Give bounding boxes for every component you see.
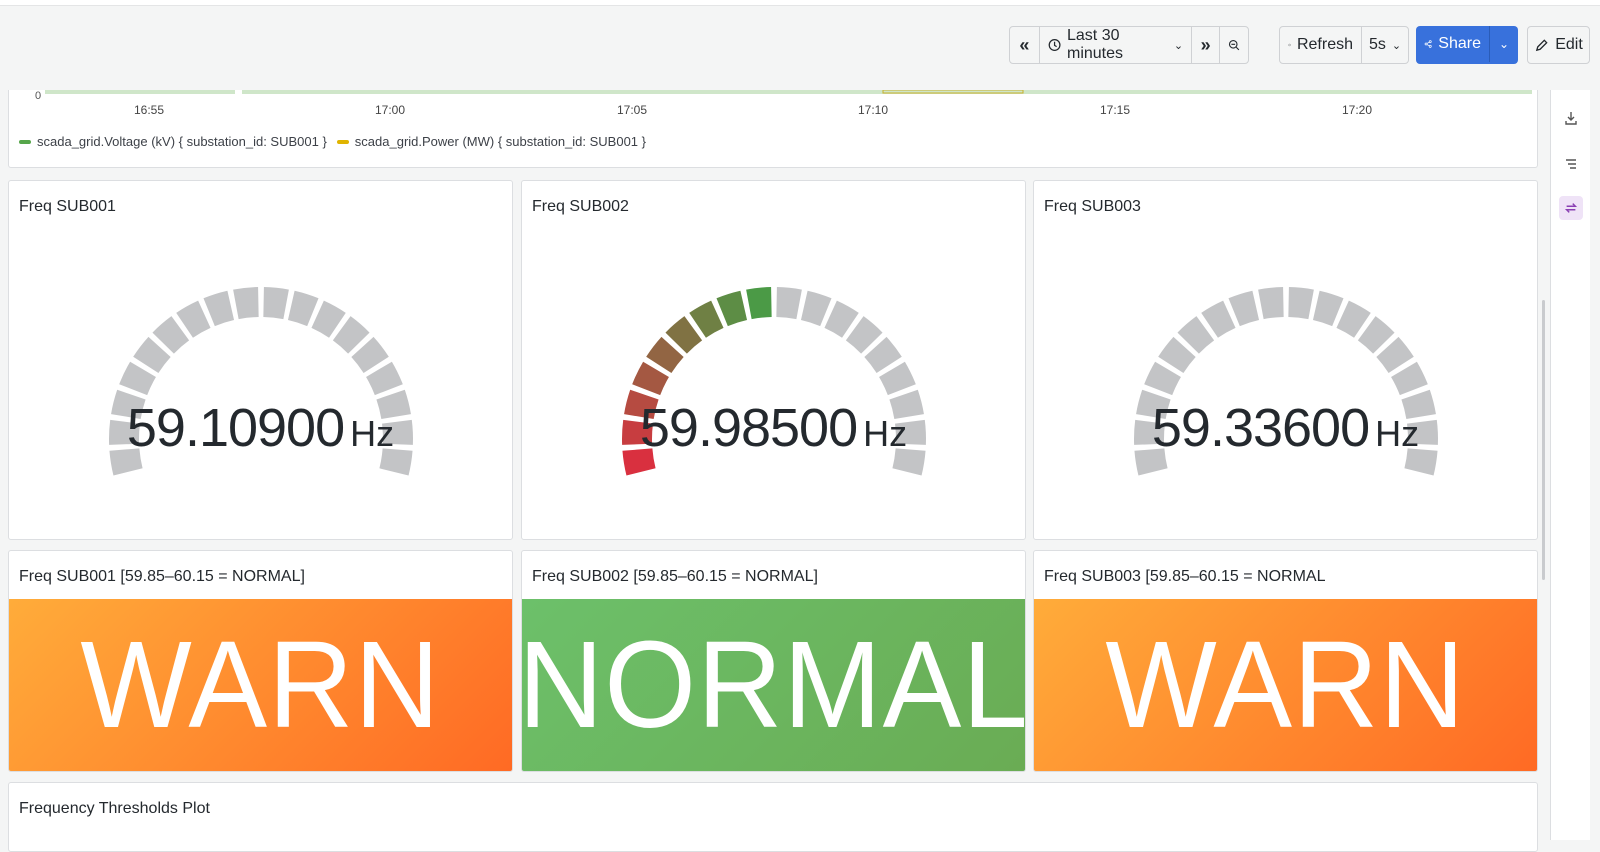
panel-title: Freq SUB002 [59.85–60.15 = NORMAL] (532, 568, 818, 585)
legend-item-voltage[interactable]: scada_grid.Voltage (kV) { substation_id:… (19, 134, 327, 149)
panel-title: Freq SUB001 [59.85–60.15 = NORMAL] (19, 568, 305, 585)
gauge-value: 59.10900 Hz (9, 397, 512, 459)
scrollbar-thumb[interactable] (1542, 300, 1545, 580)
zoom-back-icon: « (1019, 34, 1030, 55)
time-range-picker[interactable]: Last 30 minutes ⌄ (1040, 27, 1193, 63)
refresh-interval-picker[interactable]: 5s ⌄ (1362, 27, 1408, 63)
stat-background: NORMAL (522, 599, 1025, 771)
dashboard-toolbar: « Last 30 minutes ⌄ » Refresh 5s ⌄ Share (0, 6, 1600, 90)
pencil-icon (1536, 38, 1548, 51)
gauge-panel-sub001[interactable]: Freq SUB001 59.10900 Hz (8, 180, 513, 540)
gauge-number: 59.98500 (639, 398, 858, 458)
gauge-panel-sub002[interactable]: Freq SUB002 59.98500 Hz (521, 180, 1026, 540)
right-side-rail (1550, 90, 1590, 840)
gauge-segment (233, 287, 259, 320)
stat-panel-sub003[interactable]: Freq SUB003 [59.85–60.15 = NORMAL WARN (1033, 550, 1538, 772)
timeseries-panel: 0 16:55 17:00 17:05 17:10 17:15 17:20 scada_g… (8, 90, 1538, 168)
y-tick-label: 0 (35, 90, 41, 102)
gauge-arc (1134, 287, 1438, 476)
timeseries-plot: 0 16:55 17:00 17:05 17:10 17:15 17:20 (35, 90, 1532, 117)
gauge-segment (716, 290, 748, 327)
gauge-segment (1312, 290, 1344, 327)
legend-label: scada_grid.Power (MW) { substation_id: S… (354, 134, 646, 149)
share-button[interactable]: Share (1416, 26, 1490, 62)
list-icon[interactable] (1559, 152, 1583, 176)
gauge-number: 59.10900 (126, 398, 345, 458)
refresh-label: Refresh (1296, 36, 1353, 53)
zoom-forward-button[interactable]: » (1192, 27, 1220, 63)
zoom-out-button[interactable] (1220, 27, 1248, 63)
stat-panel-sub001[interactable]: Freq SUB001 [59.85–60.15 = NORMAL] WARN (8, 550, 513, 772)
legend-label: scada_grid.Voltage (kV) { substation_id:… (37, 134, 327, 149)
refresh-button[interactable]: Refresh (1280, 27, 1362, 63)
share-group: Share ⌄ (1416, 26, 1518, 64)
clock-icon (1048, 39, 1061, 51)
gauge-segment (746, 287, 772, 320)
stat-value: WARN (1105, 615, 1466, 755)
swap-icon[interactable] (1559, 196, 1583, 220)
gauge-number: 59.33600 (1151, 398, 1370, 458)
legend-item-power[interactable]: scada_grid.Power (MW) { substation_id: S… (336, 134, 646, 149)
refresh-interval-label: 5s (1368, 36, 1386, 53)
zoom-back-button[interactable]: « (1010, 27, 1040, 63)
gauge-segment (263, 287, 289, 320)
panel-title: Freq SUB003 [59.85–60.15 = NORMAL (1044, 568, 1326, 585)
timeseries-legend: scada_grid.Voltage (kV) { substation_id:… (19, 134, 646, 149)
gauge-arc (622, 287, 926, 476)
x-tick-label: 17:00 (375, 103, 405, 117)
gauge-segment (203, 290, 235, 327)
share-label: Share (1438, 35, 1481, 52)
refresh-icon (1288, 43, 1291, 47)
gauge-panel-sub003[interactable]: Freq SUB003 59.33600 Hz (1033, 180, 1538, 540)
gauge-value: 59.33600 Hz (1034, 397, 1537, 459)
download-icon[interactable] (1559, 106, 1583, 130)
stat-background: WARN (9, 599, 512, 771)
gauge-segment (287, 290, 319, 327)
gauge-segment (1258, 287, 1284, 320)
refresh-group: Refresh 5s ⌄ (1279, 26, 1409, 64)
x-tick-label: 17:05 (617, 103, 647, 117)
legend-swatch (336, 139, 349, 144)
gauge-unit: Hz (863, 413, 908, 454)
time-range-label: Last 30 minutes (1067, 27, 1124, 62)
chevron-down-icon: ⌄ (1391, 39, 1402, 52)
share-icon (1424, 40, 1432, 48)
time-picker-group: « Last 30 minutes ⌄ » (1009, 26, 1249, 64)
chevron-down-icon: ⌄ (1173, 39, 1184, 52)
stat-background: WARN (1034, 599, 1537, 771)
gauge-value: 59.98500 Hz (522, 397, 1025, 459)
edit-button[interactable]: Edit (1527, 26, 1590, 64)
x-tick-label: 17:10 (858, 103, 888, 117)
zoom-forward-icon: » (1200, 34, 1211, 55)
gauge-segment (1228, 290, 1260, 327)
legend-swatch (19, 139, 31, 144)
gauge-unit: Hz (1375, 413, 1420, 454)
chevron-down-icon: ⌄ (1498, 37, 1510, 51)
frequency-thresholds-panel[interactable]: Frequency Thresholds Plot (8, 782, 1538, 852)
edit-label: Edit (1555, 36, 1583, 53)
stat-value: NORMAL (521, 615, 1026, 755)
x-tick-label: 17:20 (1342, 103, 1372, 117)
x-tick-label: 17:15 (1100, 103, 1130, 117)
gauge-segment (800, 290, 832, 327)
gauge-segment (1288, 287, 1314, 320)
stat-value: WARN (80, 615, 441, 755)
gauge-arc (109, 287, 413, 476)
share-dropdown-button[interactable]: ⌄ (1490, 26, 1518, 62)
gauge-unit: Hz (350, 413, 395, 454)
x-tick-label: 16:55 (134, 103, 164, 117)
zoom-out-icon (1228, 39, 1240, 51)
stat-panel-sub002[interactable]: Freq SUB002 [59.85–60.15 = NORMAL] NORMA… (521, 550, 1026, 772)
voltage-series-segment (45, 90, 235, 94)
gauge-segment (776, 287, 802, 320)
panel-title: Frequency Thresholds Plot (19, 800, 210, 817)
